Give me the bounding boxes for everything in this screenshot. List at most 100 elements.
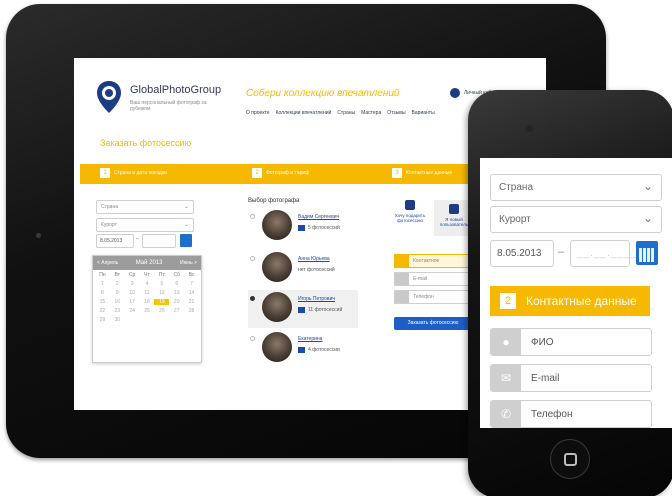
calendar-day[interactable]: 3 [125, 281, 140, 287]
calendar-day[interactable]: 12 [154, 290, 169, 296]
calendar-day[interactable]: 22 [95, 308, 110, 314]
chevron-down-icon: ⌄ [183, 222, 189, 228]
calendar-day[interactable]: 18 [140, 299, 155, 305]
step-number: 3 [392, 168, 402, 178]
country-select[interactable]: Страна ⌄ [96, 200, 194, 214]
email-placeholder: E-mail [413, 276, 428, 282]
avatar [262, 210, 292, 240]
calendar-next-button[interactable]: Июнь > [180, 260, 197, 266]
resort-select[interactable]: Курорт ⌄ [96, 218, 194, 232]
calendar-day[interactable]: 6 [169, 281, 184, 287]
step-2[interactable]: 2 Фотограф и тариф [252, 168, 309, 178]
nav-item-variants[interactable]: Варианты [412, 110, 435, 116]
calendar-day[interactable]: 14 [184, 290, 199, 296]
calendar-day[interactable]: 24 [125, 308, 140, 314]
calendar-weekday: Вт [114, 272, 120, 278]
main-nav: О проекте Коллекции впечатлений Страны М… [246, 110, 435, 116]
chevron-down-icon: ⌄ [642, 179, 653, 193]
photographer-name[interactable]: Вадим Сергеевич [298, 214, 339, 220]
date-to-input[interactable]: __.__.____ [570, 240, 636, 267]
calendar-day[interactable]: 29 [95, 317, 110, 323]
calendar-day[interactable]: 15 [95, 299, 110, 305]
photographer-count: 4 фотосессии [298, 347, 340, 353]
step-contact-data[interactable]: 2 Контактные данные [490, 286, 650, 316]
phone-placeholder: Телефон [413, 294, 434, 300]
nav-item-masters[interactable]: Мастера [361, 110, 381, 116]
photographer-item-selected[interactable]: Игорь Петрович 11 фотосессий [248, 290, 358, 328]
photos-icon [298, 225, 305, 231]
calendar-weekday: Чт [144, 272, 150, 278]
photographer-item[interactable]: Анна Юрьева нет фотосессий [248, 250, 358, 288]
calendar-day[interactable]: 25 [140, 308, 155, 314]
gift-label: Хочу подарить фотосессию [394, 213, 426, 223]
step-1[interactable]: 1 Страна и дата поездки [100, 168, 167, 178]
calendar-weekday: Пт [158, 272, 165, 278]
calendar-day[interactable]: 2 [110, 281, 125, 287]
date-from-input[interactable]: 8.05.2013 [96, 234, 134, 248]
calendar-day[interactable]: 8 [95, 290, 110, 296]
country-placeholder: Страна [101, 204, 119, 210]
calendar-day[interactable]: 13 [169, 290, 184, 296]
calendar-day[interactable]: 11 [140, 290, 155, 296]
calendar-day[interactable]: 27 [169, 308, 184, 314]
email-field[interactable]: E-mail [394, 272, 474, 286]
calendar-prev-button[interactable]: < Апрель [97, 260, 118, 266]
name-field[interactable]: ● ФИО [490, 328, 652, 356]
calendar-day[interactable]: 5 [154, 281, 169, 287]
calendar-day[interactable]: 17 [125, 299, 140, 305]
calendar-day[interactable]: 10 [125, 290, 140, 296]
step-number: 2 [252, 168, 262, 178]
photographer-count: 11 фотосессий [298, 307, 342, 313]
step-3[interactable]: 3 Контактные данные [392, 168, 452, 178]
photographer-count: 5 фотосессий [298, 225, 340, 231]
calendar-day[interactable]: 26 [154, 308, 169, 314]
nav-item-about[interactable]: О проекте [246, 110, 270, 116]
home-button[interactable] [550, 439, 590, 479]
calendar-weekday: Пн [99, 272, 106, 278]
radio-button[interactable] [250, 214, 255, 219]
calendar-day[interactable]: 4 [140, 281, 155, 287]
date-to-input[interactable] [142, 234, 176, 248]
calendar-day[interactable]: 23 [110, 308, 125, 314]
photographer-section-title: Выбор фотографа [248, 198, 300, 204]
order-submit-button[interactable]: Заказать фотосессию [394, 317, 472, 330]
calendar-day[interactable]: 1 [95, 281, 110, 287]
calendar-icon[interactable] [636, 241, 658, 265]
name-field[interactable]: Контактное [394, 254, 474, 268]
radio-button[interactable] [250, 256, 255, 261]
country-select[interactable]: Страна ⌄ [490, 174, 662, 201]
photographer-item[interactable]: Вадим Сергеевич 5 фотосессий [248, 208, 358, 246]
radio-button[interactable] [250, 336, 255, 341]
calendar-day[interactable]: 21 [184, 299, 199, 305]
photographer-name[interactable]: Анна Юрьева [298, 256, 330, 262]
photographer-name[interactable]: Игорь Петрович [298, 296, 335, 302]
phone-device: Страна ⌄ Курорт ⌄ 8.05.2013 – __.__.____… [468, 90, 672, 496]
nav-item-collections[interactable]: Коллекции впечатлений [276, 110, 332, 116]
calendar-day[interactable]: 30 [110, 317, 125, 323]
calendar-day[interactable]: 28 [184, 308, 199, 314]
calendar-day[interactable]: 9 [110, 290, 125, 296]
map-pin-logo-icon[interactable] [96, 80, 122, 114]
devices-mockup: GlobalPhotoGroup Ваш персональный фотогр… [0, 0, 672, 496]
gift-option[interactable]: Хочу подарить фотосессию [390, 200, 430, 223]
nav-item-countries[interactable]: Страны [337, 110, 355, 116]
calendar-day[interactable]: 16 [110, 299, 125, 305]
calendar-day[interactable]: 19 [154, 299, 170, 305]
date-from-input[interactable]: 8.05.2013 [490, 240, 554, 267]
phone-field[interactable]: Телефон [394, 290, 474, 304]
photographer-item[interactable]: Екатерина 4 фотосессии [248, 330, 358, 368]
nav-item-reviews[interactable]: Отзывы [387, 110, 405, 116]
email-field[interactable]: ✉ E-mail [490, 364, 652, 392]
resort-placeholder: Курорт [101, 222, 117, 228]
calendar-header: < Апрель Май 2013 Июнь > [93, 256, 201, 270]
phone-field[interactable]: ✆ Телефон [490, 400, 652, 428]
avatar [262, 252, 292, 282]
resort-select[interactable]: Курорт ⌄ [490, 206, 662, 233]
radio-button[interactable] [250, 296, 255, 301]
calendar-day[interactable]: 7 [184, 281, 199, 287]
calendar-icon[interactable] [180, 234, 192, 247]
calendar-day[interactable]: 20 [169, 299, 184, 305]
brand-name[interactable]: GlobalPhotoGroup [130, 84, 221, 96]
photos-icon [298, 307, 305, 313]
photographer-name[interactable]: Екатерина [298, 336, 322, 342]
